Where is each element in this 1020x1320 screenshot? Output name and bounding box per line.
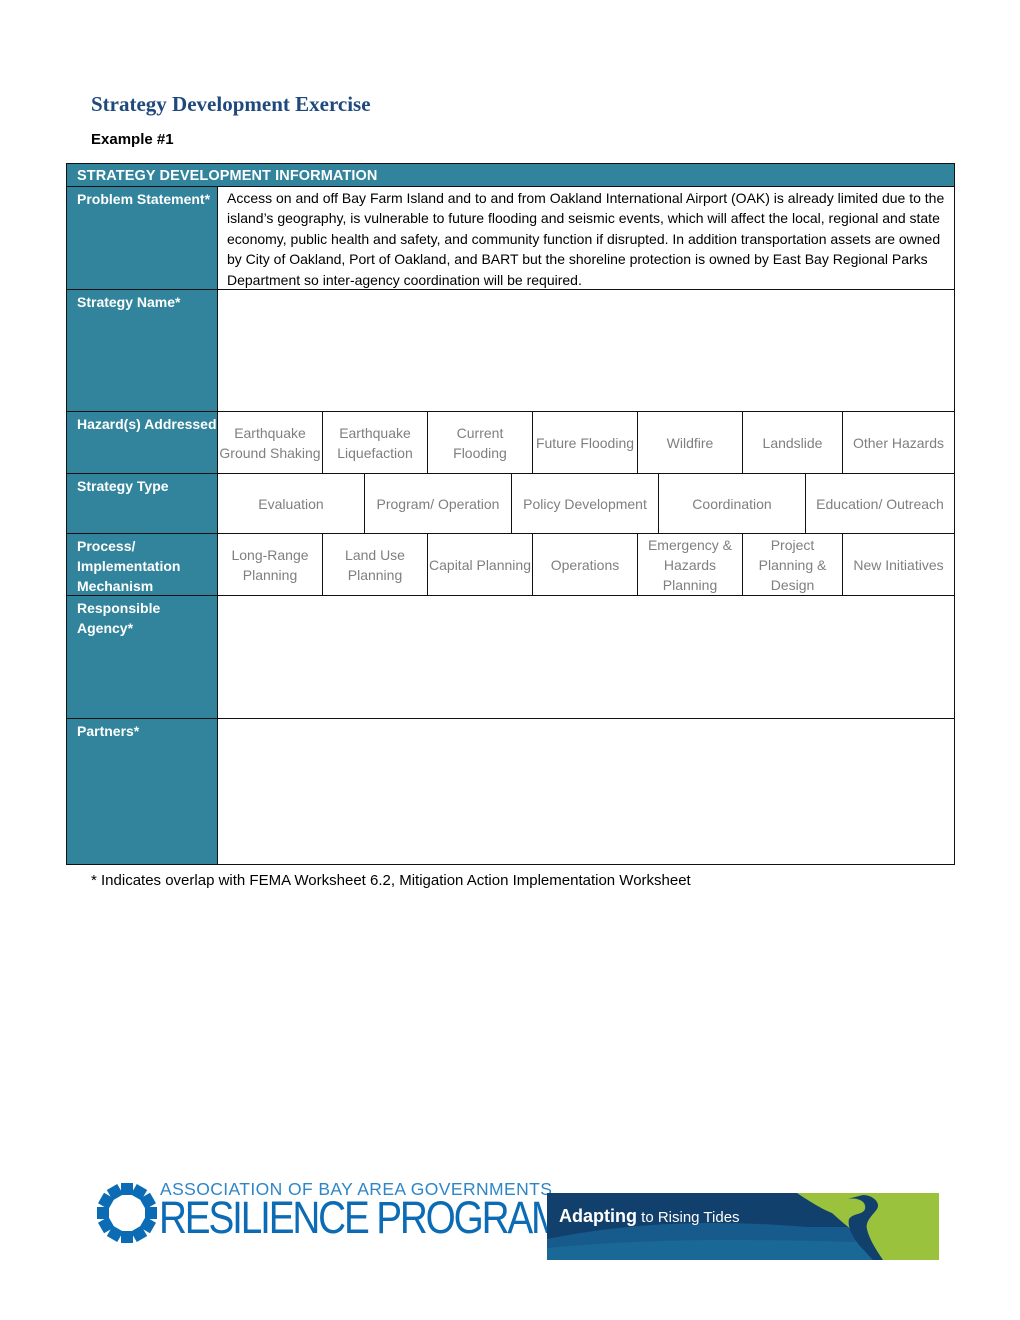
partners-label: Partners* xyxy=(67,719,218,864)
process-option[interactable]: Long-Range Planning xyxy=(218,534,323,595)
strategy-type-option[interactable]: Program/ Operation xyxy=(365,474,512,533)
hazard-option[interactable]: Future Flooding xyxy=(533,412,638,473)
sun-ring-icon xyxy=(97,1183,157,1243)
process-label: Process/ Implementation Mechanism xyxy=(67,534,218,595)
abag-logo-line2: RESILIENCE PROGRAM xyxy=(159,1192,563,1243)
strategy-type-option[interactable]: Education/ Outreach xyxy=(806,474,954,533)
hazards-row: Hazard(s) Addressed Earthquake Ground Sh… xyxy=(67,411,954,473)
process-option[interactable]: New Initiatives xyxy=(843,534,954,595)
hazard-option[interactable]: Current Flooding xyxy=(428,412,533,473)
strategy-type-option[interactable]: Coordination xyxy=(659,474,806,533)
process-option[interactable]: Land Use Planning xyxy=(323,534,428,595)
process-option[interactable]: Emergency & Hazards Planning xyxy=(638,534,743,595)
strategy-type-label: Strategy Type xyxy=(67,474,218,533)
strategy-type-options: Evaluation Program/ Operation Policy Dev… xyxy=(218,474,954,533)
strategy-form: STRATEGY DEVELOPMENT INFORMATION Problem… xyxy=(66,163,955,865)
strategy-type-option[interactable]: Evaluation xyxy=(218,474,365,533)
responsible-agency-label: Responsible Agency* xyxy=(67,596,218,718)
adapting-logo-bold: Adapting xyxy=(559,1206,637,1226)
strategy-type-option[interactable]: Policy Development xyxy=(512,474,659,533)
process-row: Process/ Implementation Mechanism Long-R… xyxy=(67,533,954,595)
hazard-option[interactable]: Earthquake Liquefaction xyxy=(323,412,428,473)
hazard-option[interactable]: Other Hazards xyxy=(843,412,954,473)
problem-statement-row: Problem Statement* Access on and off Bay… xyxy=(67,186,954,289)
hazard-option[interactable]: Wildfire xyxy=(638,412,743,473)
form-header: STRATEGY DEVELOPMENT INFORMATION xyxy=(67,164,954,186)
adapting-logo-light: to Rising Tides xyxy=(637,1209,740,1226)
strategy-name-field[interactable] xyxy=(218,290,954,411)
partners-field[interactable] xyxy=(218,719,954,864)
responsible-agency-field[interactable] xyxy=(218,596,954,718)
responsible-agency-row: Responsible Agency* xyxy=(67,595,954,718)
document-title: Strategy Development Exercise xyxy=(91,92,371,116)
adapting-to-rising-tides-logo: Adapting to Rising Tides xyxy=(547,1193,939,1260)
hazard-option[interactable]: Landslide xyxy=(743,412,843,473)
document-subtitle: Example #1 xyxy=(91,131,174,148)
footnote: * Indicates overlap with FEMA Worksheet … xyxy=(91,872,691,889)
strategy-type-row: Strategy Type Evaluation Program/ Operat… xyxy=(67,473,954,533)
hazards-options: Earthquake Ground Shaking Earthquake Liq… xyxy=(218,412,954,473)
process-option[interactable]: Project Planning & Design xyxy=(743,534,843,595)
strategy-name-label: Strategy Name* xyxy=(67,290,218,411)
adapting-logo-text: Adapting to Rising Tides xyxy=(559,1206,740,1227)
problem-statement-label: Problem Statement* xyxy=(67,187,218,289)
process-options: Long-Range Planning Land Use Planning Ca… xyxy=(218,534,954,595)
strategy-name-row: Strategy Name* xyxy=(67,289,954,411)
partners-row: Partners* xyxy=(67,718,954,864)
problem-statement-field[interactable]: Access on and off Bay Farm Island and to… xyxy=(218,187,954,289)
process-option[interactable]: Operations xyxy=(533,534,638,595)
process-option[interactable]: Capital Planning xyxy=(428,534,533,595)
hazards-label: Hazard(s) Addressed xyxy=(67,412,218,473)
hazard-option[interactable]: Earthquake Ground Shaking xyxy=(218,412,323,473)
abag-resilience-logo: ASSOCIATION OF BAY AREA GOVERNMENTS RESI… xyxy=(96,1178,563,1248)
